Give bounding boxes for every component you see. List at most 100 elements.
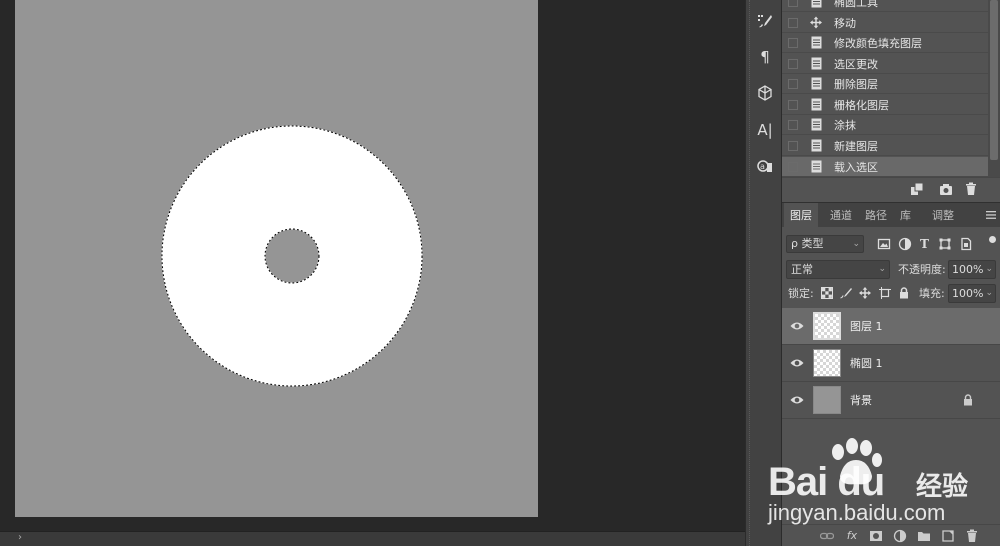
shape-layer-filter-icon[interactable] — [938, 237, 952, 251]
lock-transparent-pixels-icon[interactable] — [821, 287, 833, 299]
tab-adjustments[interactable]: 调整 — [932, 203, 954, 228]
link-layers-icon[interactable] — [819, 529, 835, 543]
brush-presets-icon[interactable] — [752, 8, 778, 34]
doc-icon — [810, 139, 822, 153]
blend-mode-value: 正常 — [791, 263, 813, 276]
panel-icon-strip: ¶ A| a — [745, 0, 782, 546]
strip-grip[interactable] — [749, 0, 751, 546]
tab-channels[interactable]: 通道 — [830, 203, 852, 228]
character-icon[interactable]: A| — [752, 117, 778, 143]
history-checkbox[interactable] — [788, 119, 798, 130]
move-icon — [810, 16, 822, 30]
history-item[interactable]: 删除图层 — [782, 74, 988, 94]
search-icon: ρ — [791, 237, 798, 250]
opacity-input[interactable]: 100% ⌄ — [948, 260, 996, 279]
right-panel: 椭圆工具 移动 修改颜色填充图层 选区更改 删除图层 栅格化图层 涂抹 新建图层… — [782, 0, 1000, 546]
trash-icon[interactable] — [964, 182, 978, 196]
history-item[interactable]: 新建图层 — [782, 136, 988, 156]
trash-icon[interactable] — [965, 529, 979, 543]
history-label: 新建图层 — [834, 139, 878, 153]
chevron-down-icon: ⌄ — [878, 264, 886, 274]
history-label: 栅格化图层 — [834, 98, 889, 112]
history-checkbox[interactable] — [788, 37, 798, 48]
tab-libraries[interactable]: 库 — [900, 203, 911, 228]
3d-icon[interactable] — [752, 80, 778, 106]
history-checkbox[interactable] — [788, 140, 798, 151]
history-panel: 椭圆工具 移动 修改颜色填充图层 选区更改 删除图层 栅格化图层 涂抹 新建图层… — [782, 0, 1000, 177]
opacity-value: 100% — [952, 263, 984, 276]
history-checkbox[interactable] — [788, 17, 798, 28]
history-item[interactable]: 栅格化图层 — [782, 95, 988, 115]
history-checkbox[interactable] — [788, 99, 798, 110]
history-label: 删除图层 — [834, 77, 878, 91]
pixel-layer-filter-icon[interactable] — [877, 237, 891, 251]
history-item[interactable]: 修改颜色填充图层 — [782, 33, 988, 53]
history-label: 修改颜色填充图层 — [834, 36, 922, 50]
history-item[interactable]: 移动 — [782, 13, 988, 33]
history-item[interactable]: 涂抹 — [782, 115, 988, 135]
history-checkbox[interactable] — [788, 78, 798, 89]
layer-name[interactable]: 背景 — [850, 382, 872, 419]
layers-panel-tabs: 图层 通道 路径 库 调整 — [782, 202, 1000, 228]
folder-icon[interactable] — [917, 529, 931, 543]
layer-thumbnail — [813, 312, 841, 340]
history-scrollbar[interactable] — [988, 0, 1000, 177]
eye-icon[interactable] — [790, 357, 804, 369]
add-mask-icon[interactable] — [869, 529, 883, 543]
chevron-down-icon[interactable]: ⌄ — [985, 285, 993, 302]
adjustment-layer-icon[interactable] — [893, 529, 907, 543]
history-label: 选区更改 — [834, 57, 878, 71]
history-label: 移动 — [834, 16, 856, 30]
history-item[interactable]: 椭圆工具 — [782, 0, 988, 12]
status-expand-arrow[interactable]: › — [18, 532, 22, 543]
layers-panel: ρ 类型 ⌄ T 正常 ⌄ 不透明度: 100% ⌄ 锁定: 填充: 100% … — [782, 227, 1000, 546]
layers-footer: fx — [782, 524, 1000, 546]
chevron-down-icon: ⌄ — [852, 239, 860, 249]
history-scroll-thumb[interactable] — [990, 0, 998, 160]
lock-position-icon[interactable] — [859, 287, 871, 299]
adjustment-layer-filter-icon[interactable] — [898, 237, 912, 251]
history-checkbox[interactable] — [788, 58, 798, 69]
lock-label: 锁定: — [788, 287, 814, 300]
camera-icon[interactable] — [939, 182, 953, 196]
eye-icon[interactable] — [790, 394, 804, 406]
paragraph-icon[interactable]: ¶ — [752, 44, 778, 70]
glyphs-icon[interactable]: a — [752, 153, 778, 179]
layer-row[interactable]: 背景 — [782, 382, 1000, 419]
lock-image-pixels-icon[interactable] — [840, 287, 852, 299]
history-checkbox[interactable] — [788, 161, 798, 172]
eye-icon[interactable] — [790, 320, 804, 332]
fx-icon[interactable]: fx — [845, 529, 859, 543]
lock-artboard-icon[interactable] — [879, 287, 891, 299]
fill-value: 100% — [952, 287, 984, 300]
lock-all-icon[interactable] — [898, 287, 910, 299]
filter-toggle[interactable] — [989, 236, 996, 243]
layer-row[interactable]: 图层 1 — [782, 308, 1000, 345]
type-layer-filter-icon[interactable]: T — [920, 237, 934, 251]
fill-input[interactable]: 100% ⌄ — [948, 284, 996, 303]
blend-mode-select[interactable]: 正常 ⌄ — [786, 260, 890, 279]
tab-layers[interactable]: 图层 — [784, 203, 818, 228]
canvas-area[interactable] — [0, 0, 745, 531]
layer-row[interactable]: 椭圆 1 — [782, 345, 1000, 382]
new-document-from-state-icon[interactable] — [910, 182, 924, 196]
filter-kind-select[interactable]: ρ 类型 ⌄ — [786, 235, 864, 253]
document-canvas[interactable] — [15, 0, 538, 517]
doc-icon — [810, 98, 822, 112]
layer-name[interactable]: 图层 1 — [850, 308, 883, 345]
smart-object-filter-icon[interactable] — [959, 237, 973, 251]
doc-icon — [810, 118, 822, 132]
history-item-active[interactable]: 载入选区 — [782, 157, 988, 177]
layer-thumbnail — [813, 349, 841, 377]
lock-icon — [962, 394, 974, 406]
history-checkbox[interactable] — [788, 0, 798, 7]
history-label: 椭圆工具 — [834, 0, 878, 9]
new-layer-icon[interactable] — [941, 529, 955, 543]
chevron-down-icon[interactable]: ⌄ — [985, 261, 993, 278]
history-item[interactable]: 选区更改 — [782, 54, 988, 74]
doc-icon — [810, 0, 822, 9]
panel-menu-icon[interactable] — [986, 210, 996, 220]
tab-paths[interactable]: 路径 — [865, 203, 887, 228]
layer-name[interactable]: 椭圆 1 — [850, 345, 883, 382]
filter-kind-value: 类型 — [801, 237, 824, 250]
